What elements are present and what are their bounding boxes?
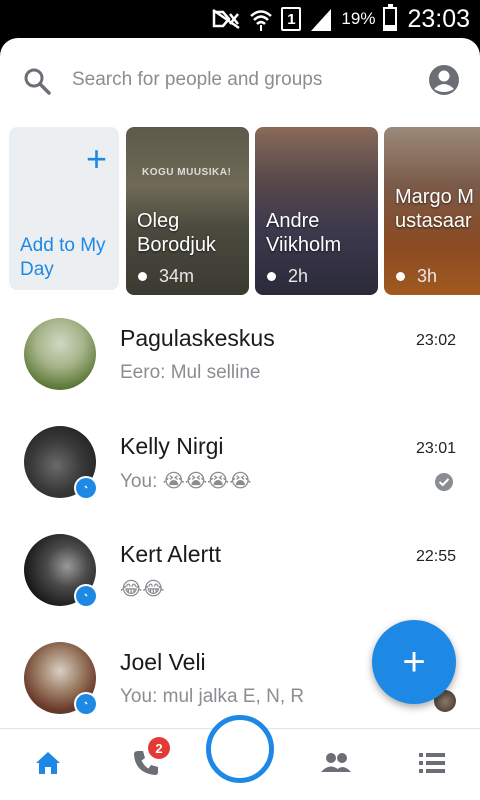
conversation-snippet: 😂😂 xyxy=(120,579,165,600)
story-time-row: 2h xyxy=(267,266,308,287)
mute-icon xyxy=(212,8,241,30)
profile-icon[interactable] xyxy=(428,64,460,96)
signal-icon xyxy=(311,9,332,31)
conversation-snippet: You: mul jalka E, N, R xyxy=(120,686,305,707)
story-time: 2h xyxy=(288,266,309,286)
clock: 23:03 xyxy=(407,4,470,33)
messenger-icon xyxy=(81,700,91,706)
bottom-nav: 2 xyxy=(0,715,480,800)
dot-icon xyxy=(396,272,405,281)
conversation-snippet: Eero: Mul selline xyxy=(120,362,261,383)
story-banner-text: KOGU MUUSIKA! xyxy=(142,167,232,178)
tab-calls[interactable]: 2 xyxy=(126,737,170,783)
camera-button[interactable] xyxy=(206,715,274,783)
messenger-icon xyxy=(81,592,91,598)
conversation-row[interactable]: Kelly Nirgi You: 😭😭😭😭 23:01 xyxy=(0,416,480,524)
story-card[interactable]: Andre Viikholm 2h xyxy=(255,127,378,295)
conversation-time: 23:02 xyxy=(415,332,456,349)
dot-icon xyxy=(267,272,276,281)
conversation-time: 22:55 xyxy=(415,548,456,565)
stories-row: + Add to My Day KOGU MUUSIKA! Oleg Borod… xyxy=(0,127,480,297)
add-to-my-day-label: Add to My Day xyxy=(20,235,106,280)
story-time: 3h xyxy=(417,266,438,286)
search-icon[interactable] xyxy=(22,66,52,96)
tab-people[interactable] xyxy=(316,743,356,783)
story-name: Andre Viikholm xyxy=(266,210,342,256)
dot-icon xyxy=(138,272,147,281)
people-icon xyxy=(321,753,351,772)
search-bar xyxy=(0,56,480,106)
story-time-row: 3h xyxy=(396,266,437,287)
wifi-icon xyxy=(250,10,273,31)
search-input[interactable] xyxy=(72,64,402,96)
messenger-badge xyxy=(74,584,98,608)
story-time-row: 34m xyxy=(138,266,194,287)
battery-icon xyxy=(383,4,398,31)
story-card[interactable]: Margo Mustasaar 3h xyxy=(384,127,480,295)
status-bar: 1 19% 23:03 xyxy=(0,0,480,38)
home-icon xyxy=(36,752,60,774)
tab-home[interactable] xyxy=(28,743,68,783)
conversation-snippet: You: 😭😭😭😭 xyxy=(120,471,252,492)
conversation-name: Pagulaskeskus xyxy=(120,325,275,351)
conversation-name: Kelly Nirgi xyxy=(120,433,224,459)
seen-check-icon xyxy=(435,473,453,491)
messenger-badge xyxy=(74,476,98,500)
story-name: Oleg Borodjuk xyxy=(137,210,216,256)
battery-percent: 19% xyxy=(341,9,376,28)
calls-badge: 2 xyxy=(148,737,170,759)
new-message-button[interactable]: + xyxy=(372,620,456,704)
plus-icon: + xyxy=(402,639,426,684)
conversation-row[interactable]: Pagulaskeskus Eero: Mul selline 23:02 xyxy=(0,308,480,416)
story-card[interactable]: KOGU MUUSIKA! Oleg Borodjuk 34m xyxy=(126,127,249,295)
tab-menu[interactable] xyxy=(412,743,452,783)
conversation-time: 23:01 xyxy=(415,440,456,457)
add-to-my-day-button[interactable]: + Add to My Day xyxy=(9,127,119,290)
conversation-name: Joel Veli xyxy=(120,649,206,675)
plus-icon: + xyxy=(85,138,107,179)
messenger-badge xyxy=(74,692,98,716)
story-time: 34m xyxy=(159,266,195,286)
messenger-app: + Add to My Day KOGU MUUSIKA! Oleg Borod… xyxy=(0,38,480,800)
messenger-icon xyxy=(81,484,91,490)
list-icon xyxy=(419,753,445,773)
conversation-row[interactable]: Kert Alertt 😂😂 22:55 xyxy=(0,524,480,632)
avatar xyxy=(24,318,96,390)
conversation-name: Kert Alertt xyxy=(120,541,221,567)
sim-icon: 1 xyxy=(281,7,302,31)
story-name: Margo Mustasaar xyxy=(395,186,474,232)
